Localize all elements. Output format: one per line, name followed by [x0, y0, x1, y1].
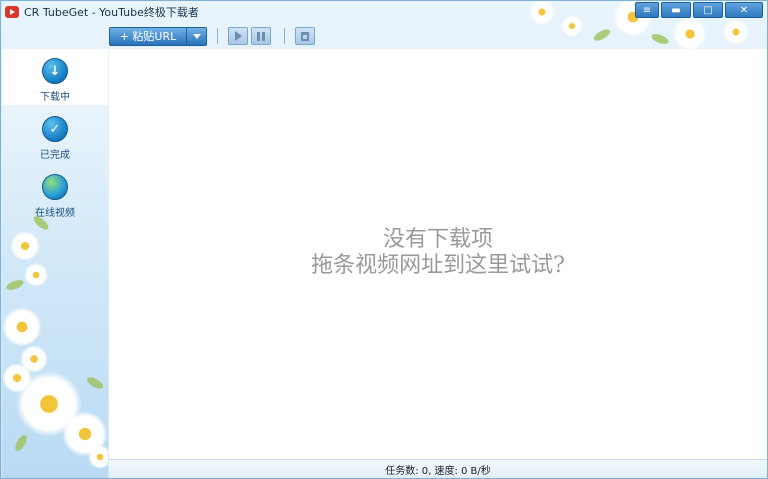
menu-icon: ≡	[642, 4, 652, 16]
paste-url-button-group: + 粘贴URL	[109, 26, 207, 46]
menu-button[interactable]: ≡	[635, 2, 659, 18]
start-button[interactable]	[228, 27, 248, 45]
download-icon: ↓	[42, 58, 68, 84]
flower-decoration	[62, 411, 108, 457]
play-icon	[234, 31, 242, 41]
toolbar-separator	[284, 28, 285, 44]
sidebar-item-label: 在线视频	[35, 208, 75, 219]
sidebar-item-label: 下载中	[40, 92, 70, 103]
flower-decoration	[10, 231, 40, 261]
flower-decoration	[2, 307, 42, 347]
pause-button[interactable]	[251, 27, 271, 45]
paste-url-dropdown[interactable]	[186, 27, 206, 45]
sidebar-item-online-video[interactable]: 在线视频	[2, 165, 108, 221]
leaf-decoration	[85, 375, 105, 391]
sidebar-item-completed[interactable]: ✓ 已完成	[2, 107, 108, 163]
flower-decoration	[2, 363, 32, 393]
flower-decoration	[88, 445, 108, 469]
empty-state-hint: 拖条视频网址到这里试试?	[311, 253, 565, 278]
empty-state-message: 没有下载项 拖条视频网址到这里试试?	[109, 227, 767, 279]
leaf-decoration	[13, 433, 29, 453]
window-controls: ≡ ▬ □ ✕	[635, 2, 763, 18]
paste-url-button[interactable]: + 粘贴URL	[110, 28, 186, 45]
maximize-button[interactable]: □	[693, 2, 723, 18]
delete-icon	[301, 31, 309, 41]
leaf-decoration	[592, 27, 612, 43]
flower-decoration	[20, 345, 48, 373]
leaf-decoration	[5, 278, 25, 292]
maximize-icon: □	[703, 4, 713, 16]
close-button[interactable]: ✕	[725, 2, 763, 18]
sidebar-item-label: 已完成	[40, 150, 70, 161]
sidebar: ↓ 下载中 ✓ 已完成 在线视频	[2, 49, 108, 478]
globe-icon	[42, 174, 68, 200]
sidebar-item-downloading[interactable]: ↓ 下载中	[2, 49, 108, 105]
flower-decoration	[16, 371, 82, 437]
toolbar: + 粘贴URL	[109, 26, 318, 46]
minimize-icon: ▬	[671, 4, 681, 16]
minimize-button[interactable]: ▬	[661, 2, 691, 18]
empty-state-title: 没有下载项	[382, 227, 493, 252]
toolbar-separator	[217, 28, 218, 44]
pause-icon	[257, 31, 265, 41]
status-bar: 任务数: 0, 速度: 0 B/秒	[109, 459, 767, 478]
app-logo-icon	[5, 6, 19, 18]
download-list-area[interactable]: 没有下载项 拖条视频网址到这里试试?	[109, 49, 767, 459]
delete-button[interactable]	[295, 27, 315, 45]
status-text: 任务数: 0, 速度: 0 B/秒	[385, 466, 491, 477]
leaf-decoration	[650, 32, 670, 46]
close-icon: ✕	[739, 4, 749, 16]
window-title: CR TubeGet - YouTube终极下载者	[24, 6, 199, 19]
flower-decoration	[24, 263, 48, 287]
check-icon: ✓	[42, 116, 68, 142]
app-window: CR TubeGet - YouTube终极下载者 ≡ ▬ □ ✕ + 粘贴UR…	[0, 0, 768, 479]
chevron-down-icon	[192, 33, 201, 39]
